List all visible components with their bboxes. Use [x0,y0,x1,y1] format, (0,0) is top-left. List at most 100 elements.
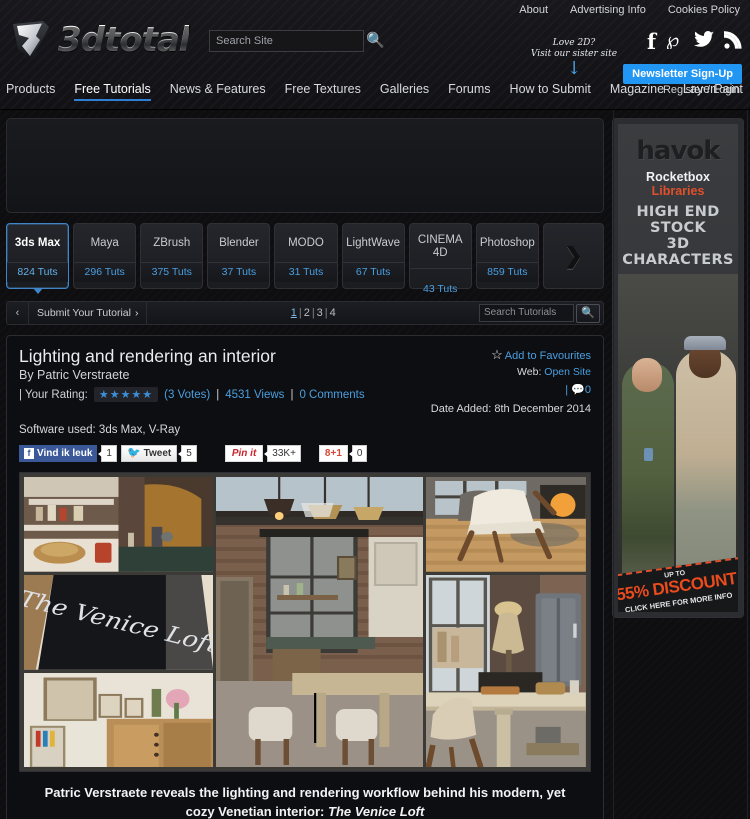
software-used-value: 3ds Max, V-Ray [98,424,181,437]
facebook-icon: f [24,448,34,460]
site-logo[interactable]: 3dtotal [10,18,190,62]
sister-site-line1: Love 2D? [552,38,596,48]
tab-count: 375 Tuts [141,262,203,282]
share-buttons: f Vind ik leuk 1 🐦 Tweet 5 Pin it 33K+ 8… [19,445,591,463]
nav-item-galleries[interactable]: Galleries [380,82,429,101]
ad-product-highlight: Libraries [651,184,705,198]
googleplus-share[interactable]: 8+1 0 [318,445,368,463]
pin-count: 33K+ [264,445,301,463]
google-plus-one-button[interactable]: 8+1 [318,445,348,463]
pin-it-button[interactable]: Pin it [224,445,264,463]
pagination: 1 | 2 | 3 | 4 [290,307,336,320]
chevron-right-icon: ❯ [564,243,583,269]
page-link-2[interactable]: 2 [304,307,310,319]
top-link-about[interactable]: About [519,4,548,16]
page-body: 3ds Max 824 Tuts Maya 296 Tuts ZBrush 37… [0,110,750,819]
nav-item-free-textures[interactable]: Free Textures [285,82,361,101]
submit-tutorial-button[interactable]: Submit Your Tutorial › [29,302,148,325]
nav-item-layerpaint[interactable]: LayerPaint [683,82,743,101]
tab-3ds-max[interactable]: 3ds Max 824 Tuts [6,223,70,290]
comment-badge[interactable]: | 💬0 [565,383,591,396]
tab-label: CINEMA 4D [417,234,463,260]
rating-row: | Your Rating: ★★★★★ (3 Votes) | 4531 Vi… [19,387,591,403]
down-arrow-icon: ↓ [566,57,582,79]
facebook-like-button[interactable]: f Vind ik leuk [19,445,98,463]
collage-image-kitchen-shelf [24,477,214,573]
facebook-like-count: 1 [98,445,117,463]
ad-brand-havok: havok [618,136,738,166]
add-to-favourites-label: Add to Favourites [504,350,591,363]
rating-label: | Your Rating: [19,388,88,401]
nav-item-how-to-submit[interactable]: How to Submit [510,82,591,101]
view-count: 4531 Views [225,388,285,401]
tab-zbrush[interactable]: ZBrush 375 Tuts [140,223,204,290]
pinterest-share[interactable]: Pin it 33K+ [224,445,301,463]
ad-product-pre: Rocketbox [646,170,710,184]
nav-item-news-features[interactable]: News & Features [170,82,266,101]
sidebar-advertisement[interactable]: havok Rocketbox Libraries HIGH END STOCK… [612,118,744,618]
date-added: Date Added: 8th December 2014 [430,403,591,416]
social-links: f ℘ [647,29,742,53]
open-site-link[interactable]: Open Site [544,366,591,378]
tab-label: LightWave [346,237,401,250]
site-search-input[interactable]: Search Site [209,30,364,52]
page-link-3[interactable]: 3 [317,307,323,319]
software-used: Software used: 3ds Max, V-Ray [19,424,591,436]
tab-count: 824 Tuts [7,262,69,282]
collage-image-armchair [426,477,586,573]
prev-arrow-icon[interactable]: ‹ [7,302,29,325]
main-column: 3ds Max 824 Tuts Maya 296 Tuts ZBrush 37… [6,118,605,819]
page-link-4[interactable]: 4 [330,307,336,319]
nav-item-forums[interactable]: Forums [448,82,490,101]
ad-content: havok Rocketbox Libraries HIGH END STOCK… [618,124,738,612]
nav-item-products[interactable]: Products [6,82,55,101]
tweet-count: 5 [178,445,197,463]
ad-character-pilot-head [632,358,662,392]
tweet-button[interactable]: 🐦 Tweet [120,445,178,463]
rating-sep-1: | [216,388,220,401]
tab-label: Maya [90,237,119,250]
tab-modo[interactable]: MODO 31 Tuts [274,223,338,290]
ad-headline: HIGH END STOCK 3D CHARACTERS [618,204,738,269]
tab-maya[interactable]: Maya 296 Tuts [73,223,137,290]
chevron-right-icon: › [134,307,139,320]
tab-count: 296 Tuts [74,262,136,282]
site-header: About Advertising Info Cookies Policy 3d… [0,0,750,110]
top-link-advertising[interactable]: Advertising Info [570,4,646,16]
facebook-icon[interactable]: f [647,31,656,52]
nav-item-magazine[interactable]: Magazine [610,82,664,101]
rss-icon[interactable] [724,30,742,53]
tab-label: MODO [288,237,324,250]
tab-count: 31 Tuts [275,262,337,282]
page-link-1[interactable]: 1 [291,307,297,319]
tab-label: 3ds Max [14,237,61,250]
facebook-share[interactable]: f Vind ik leuk 1 [19,445,117,463]
ad-character-soldier-cap [684,336,726,350]
top-link-cookies[interactable]: Cookies Policy [668,4,740,16]
article-author: By Patric Verstraete [19,368,130,383]
top-banner-slot [6,118,604,213]
facebook-like-label: Vind ik leuk [37,448,93,460]
tutorials-search-button[interactable]: 🔍 [576,303,600,323]
logo-wordmark: 3dtotal [58,20,190,60]
tutorials-search-input[interactable]: Search Tutorials [479,304,574,323]
tabs-next-button[interactable]: ❯ [542,223,605,290]
tab-lightwave[interactable]: LightWave 67 Tuts [341,223,405,290]
tab-cinema-4d[interactable]: CINEMA 4D 43 Tuts [408,223,472,295]
nav-item-free-tutorials[interactable]: Free Tutorials [74,82,151,101]
tab-blender[interactable]: Blender 37 Tuts [207,223,271,290]
twitter-share[interactable]: 🐦 Tweet 5 [120,445,197,463]
tab-photoshop[interactable]: Photoshop 859 Tuts [475,223,539,290]
rating-stars[interactable]: ★★★★★ [93,387,159,403]
search-icon[interactable]: 🔍 [366,31,385,49]
submit-tutorial-label: Submit Your Tutorial [37,307,131,320]
layout-divider-right [747,110,748,819]
pinterest-icon[interactable]: ℘ [666,29,684,53]
tutorial-image-collage[interactable]: The Venice Loft [19,472,591,773]
add-to-favourites-button[interactable]: ☆ Add to Favourites [491,347,591,363]
newsletter-signup-button[interactable]: Newsletter Sign-Up [623,64,742,84]
twitter-icon[interactable] [694,31,714,52]
google-plus-label: +1 [330,448,342,460]
website-row: Web: Open Site [517,366,591,378]
tab-label: Blender [219,237,259,250]
